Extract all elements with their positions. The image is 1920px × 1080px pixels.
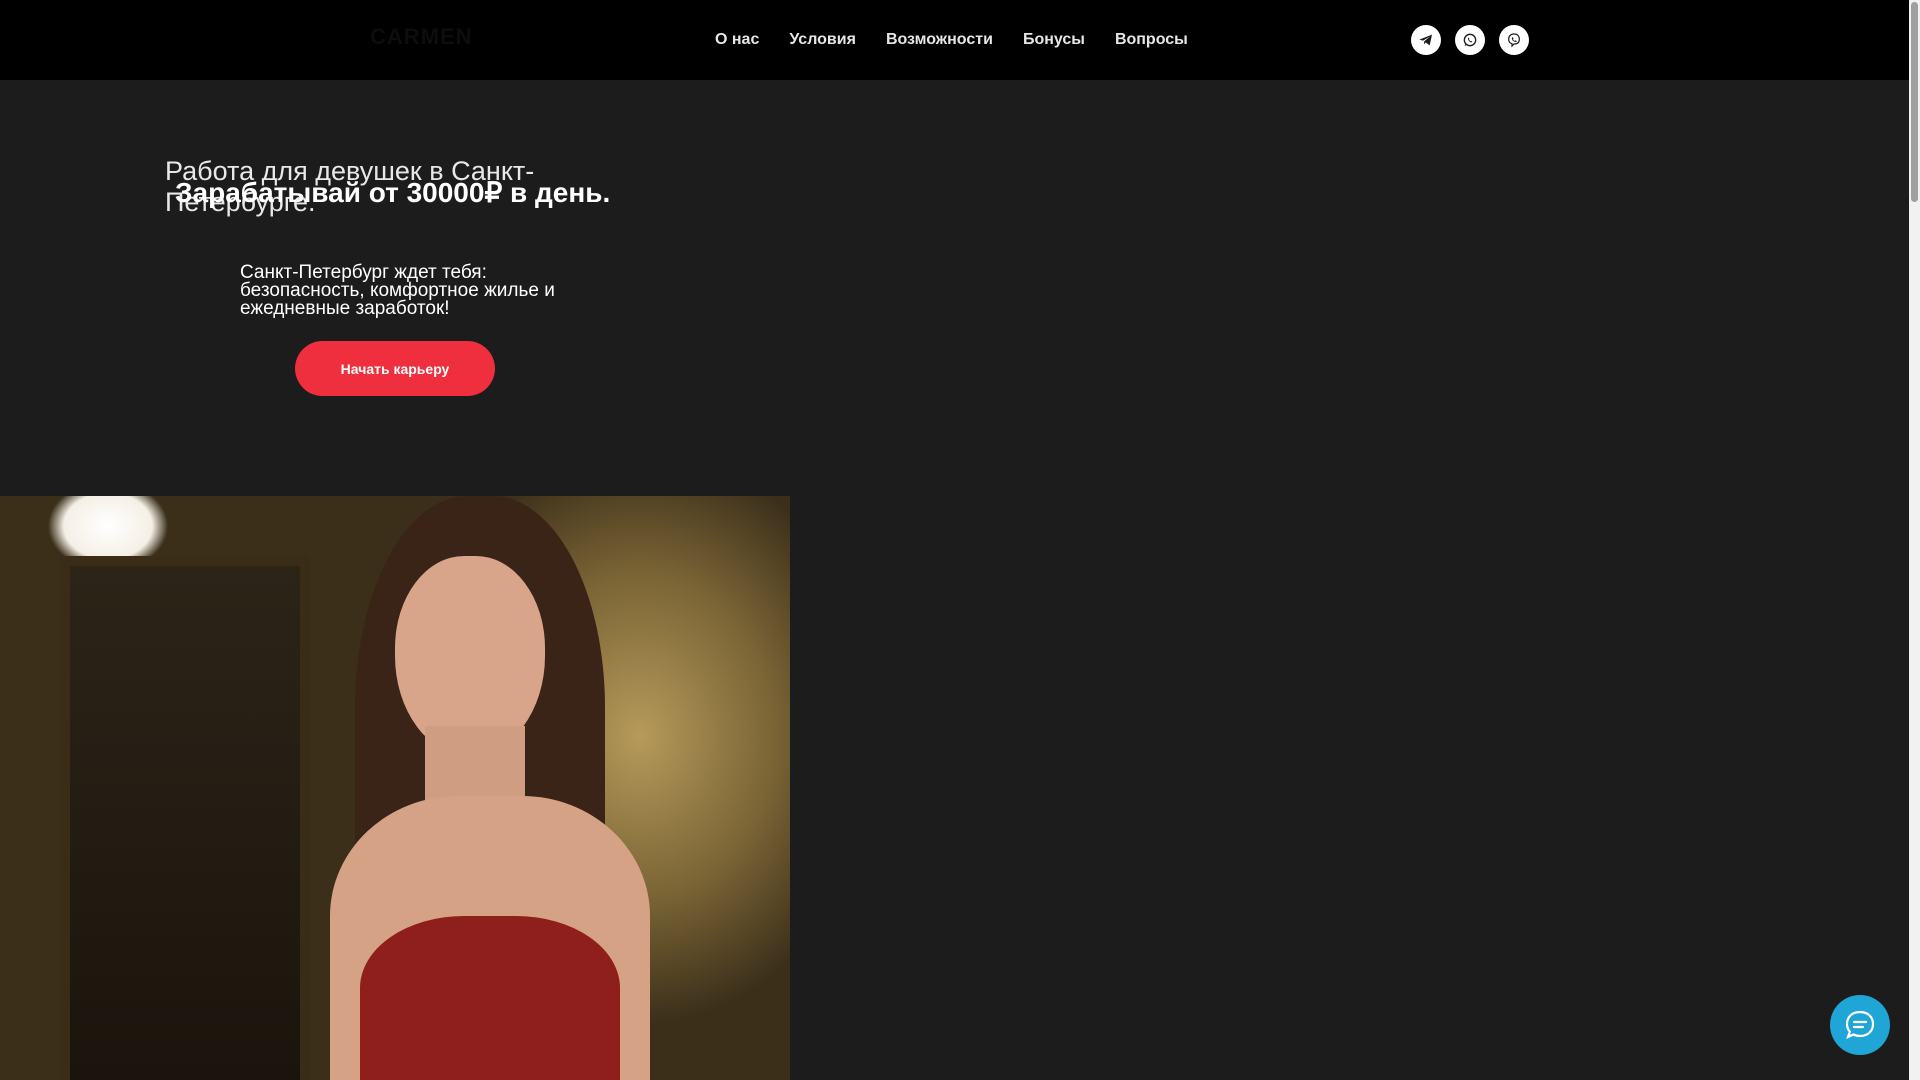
photo-lingerie (360, 916, 620, 1080)
nav-item-conditions[interactable]: Условия (789, 31, 856, 49)
scrollbar[interactable] (1909, 0, 1920, 1080)
chat-bubble-icon (1845, 1010, 1875, 1040)
nav-item-faq[interactable]: Вопросы (1115, 31, 1188, 49)
whatsapp-icon (1463, 33, 1477, 47)
telegram-link[interactable] (1411, 25, 1441, 55)
site-header: CARMEN О нас Условия Возможности Бонусы … (0, 0, 1909, 80)
social-links (1411, 25, 1543, 55)
chat-widget-button[interactable] (1830, 995, 1890, 1055)
hero-photo (0, 496, 790, 1080)
main-nav: О нас Условия Возможности Бонусы Вопросы (715, 0, 1218, 80)
nav-item-opportunities[interactable]: Возможности (886, 31, 993, 49)
telegram-icon (1419, 34, 1432, 46)
logo[interactable]: CARMEN (370, 24, 473, 50)
page: CARMEN О нас Условия Возможности Бонусы … (0, 0, 1909, 1080)
photo-mirror (60, 556, 310, 1080)
hero-subtitle: Зарабатывай от 30000₽ в день. (175, 177, 611, 208)
hero-description: Санкт-Петербург ждет тебя: безопасность,… (240, 262, 555, 319)
scrollbar-thumb[interactable] (1911, 2, 1918, 202)
start-career-button[interactable]: Начать карьеру (295, 341, 495, 396)
viber-link[interactable] (1499, 25, 1529, 55)
whatsapp-link[interactable] (1455, 25, 1485, 55)
nav-item-bonuses[interactable]: Бонусы (1023, 31, 1085, 49)
nav-item-about[interactable]: О нас (715, 31, 759, 49)
viber-icon (1508, 33, 1520, 48)
